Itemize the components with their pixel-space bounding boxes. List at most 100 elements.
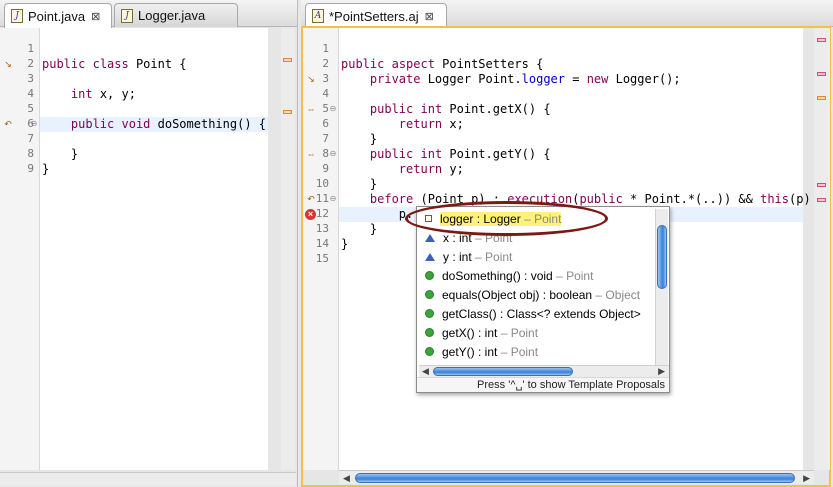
proposal-text: x : int (443, 230, 472, 245)
overview-marker[interactable] (817, 96, 826, 100)
line-number: 6 (322, 117, 329, 130)
proposal-item[interactable]: equals(Object obj) : boolean – Object (419, 285, 654, 304)
code-line[interactable]: } (42, 147, 78, 162)
proposal-item[interactable]: y : int – Point (419, 247, 654, 266)
proposal-text: getClass() : Class<? extends Object> (442, 306, 641, 321)
line-number: 7 (27, 132, 34, 145)
left-code-editor[interactable]: public class Point { int x, y; public vo… (40, 28, 268, 470)
left-tab-bar: J Point.java ⊠ J Logger.java (0, 0, 297, 28)
code-line[interactable]: public aspect PointSetters { (341, 57, 543, 72)
overview-error-marker[interactable] (817, 72, 826, 76)
line-number: 10 (315, 177, 329, 190)
aspect-advice-marker-icon[interactable]: ↶ (305, 194, 317, 204)
overview-marker[interactable] (283, 58, 292, 62)
proposal-owner: – Point (471, 230, 513, 245)
tab-point-java[interactable]: J Point.java ⊠ (4, 3, 112, 28)
tab-pointsetters-aj[interactable]: A *PointSetters.aj ⊠ (305, 3, 447, 28)
code-line[interactable]: public int Point.getX() { (341, 102, 551, 117)
code-line[interactable]: return y; (341, 162, 464, 177)
fold-toggle-icon[interactable]: ⊖ (329, 195, 337, 203)
proposal-label: x : int – Point (443, 231, 512, 245)
scroll-left-arrow-icon[interactable]: ◀ (422, 366, 429, 377)
code-line[interactable]: } (42, 162, 49, 177)
method-public-icon (425, 347, 434, 356)
code-line[interactable]: public class Point { (42, 57, 187, 72)
left-horizontal-scrollbar[interactable] (0, 472, 296, 486)
code-line[interactable]: int x, y; (42, 87, 136, 102)
proposal-item[interactable]: logger : Logger – Point (419, 209, 654, 228)
overview-error-marker[interactable] (817, 183, 826, 187)
code-line[interactable]: } (341, 132, 377, 147)
proposal-text: doSomething() : void (442, 268, 553, 283)
overview-error-marker[interactable] (817, 38, 826, 42)
proposal-text: y : int (443, 249, 472, 264)
fold-toggle-icon[interactable]: ⊖ (329, 150, 337, 158)
tab-logger-java[interactable]: J Logger.java (114, 3, 238, 27)
aspect-advice-marker-icon[interactable]: ↘ (2, 59, 14, 69)
right-overview-ruler (814, 28, 830, 470)
scroll-right-arrow-icon[interactable]: ▶ (803, 473, 810, 484)
line-number: 3 (27, 72, 34, 85)
tab-label: Point.java (28, 8, 86, 24)
proposal-item[interactable]: getY() : int – Point (419, 342, 654, 361)
code-line[interactable]: before (Point p) : execution(public * Po… (341, 192, 811, 207)
code-line[interactable]: public int Point.getY() { (341, 147, 551, 162)
close-tab-icon[interactable]: ⊠ (91, 10, 100, 23)
method-public-icon (425, 290, 434, 299)
scroll-left-arrow-icon[interactable]: ◀ (343, 473, 350, 484)
proposal-label: getY() : int – Point (442, 345, 538, 359)
proposal-item[interactable]: getClass() : Class<? extends Object> (419, 304, 654, 323)
overview-marker[interactable] (283, 110, 292, 114)
code-line[interactable]: } (341, 222, 377, 237)
code-line[interactable]: } (341, 237, 348, 252)
code-line[interactable]: private Logger Point.logger = new Logger… (341, 72, 681, 87)
code-line[interactable]: } (341, 177, 377, 192)
aspect-advice-marker-icon[interactable]: ↶ (2, 119, 14, 129)
java-file-icon: J (121, 8, 133, 23)
proposal-text: equals(Object obj) : boolean (442, 287, 593, 302)
aspect-advice-marker-icon[interactable]: ↘ (305, 74, 317, 84)
fold-toggle-icon[interactable]: ⊖ (329, 105, 337, 113)
overview-error-marker[interactable] (817, 198, 826, 202)
left-editor-pane: J Point.java ⊠ J Logger.java 1 2 3 4 5 6 7 8 9 ↘ ↶… (0, 0, 298, 487)
popup-vertical-thumb[interactable] (657, 225, 667, 289)
line-number: 5 (27, 102, 34, 115)
aspectj-file-icon: A (312, 9, 324, 23)
code-line[interactable]: p. (341, 207, 413, 222)
fold-toggle-icon[interactable]: ⊖ (30, 120, 38, 128)
code-line[interactable]: public void doSomething() { (42, 117, 266, 132)
field-private-icon (425, 215, 432, 222)
field-default-icon (425, 252, 435, 261)
aspect-advice-marker-icon[interactable]: ⇔ (305, 104, 317, 114)
close-tab-icon[interactable]: ⊠ (425, 10, 434, 23)
proposal-text: getX() : int (442, 325, 498, 340)
method-public-icon (425, 328, 434, 337)
popup-horizontal-scrollbar[interactable]: ◀ ▶ (419, 365, 669, 377)
proposal-owner: – Point (497, 325, 539, 340)
right-line-number-ruler: 1 2 3 4 5 6 7 8 9 10 11 12 13 14 15 ↘ ⇔ ⇔ ↶ × ⊖ ⊖ ⊖ (303, 28, 339, 470)
proposal-item[interactable]: getX() : int – Point (419, 323, 654, 342)
popup-vertical-scrollbar[interactable] (655, 209, 668, 367)
template-proposals-hint: Press '^␣' to show Template Proposals (417, 377, 669, 392)
scroll-right-arrow-icon[interactable]: ▶ (658, 366, 665, 377)
code-line[interactable]: return x; (341, 117, 464, 132)
proposal-label: getX() : int – Point (442, 326, 538, 340)
proposal-item[interactable]: doSomething() : void – Point (419, 266, 654, 285)
line-number: 1 (27, 42, 34, 55)
line-number: 8 (27, 147, 34, 160)
content-assist-popup: logger : Logger – Point x : int – Point y … (416, 206, 670, 393)
error-marker-icon[interactable]: × (305, 209, 316, 220)
right-horizontal-scrollbar[interactable]: ◀ ▶ (339, 470, 814, 484)
line-number: 14 (315, 237, 329, 250)
method-public-icon (425, 309, 434, 318)
popup-horizontal-thumb[interactable] (433, 367, 573, 376)
horizontal-scroll-thumb[interactable] (355, 473, 795, 483)
tab-label: Logger.java (138, 8, 206, 23)
aspect-advice-marker-icon[interactable]: ⇔ (305, 149, 317, 159)
proposal-owner: – Point (471, 249, 513, 264)
field-default-icon (425, 233, 435, 242)
line-number: 2 (27, 57, 34, 70)
proposal-text: getY() : int (442, 344, 498, 359)
proposal-label: y : int – Point (443, 250, 512, 264)
proposal-item[interactable]: x : int – Point (419, 228, 654, 247)
